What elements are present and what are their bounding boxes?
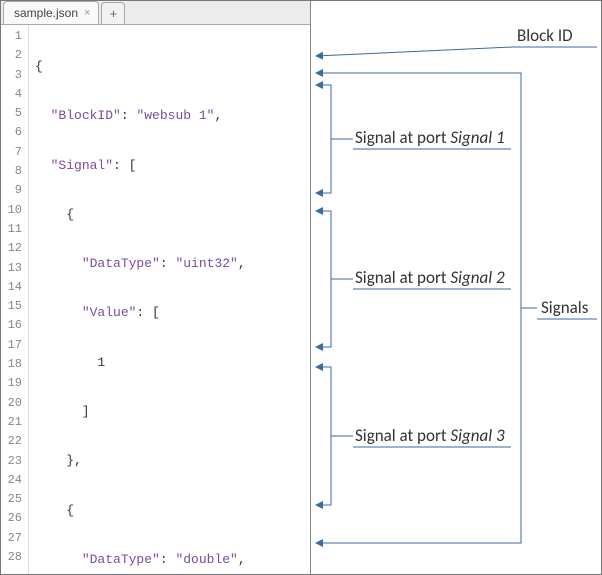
line-number: 16 (1, 316, 28, 335)
line-number: 5 (1, 104, 28, 123)
tab-bar: sample.json × + (1, 1, 310, 25)
line-number: 9 (1, 181, 28, 200)
code-line: "BlockID": "websub 1", (29, 106, 310, 125)
code-content[interactable]: { "BlockID": "websub 1", "Signal": [ { "… (29, 25, 310, 574)
code-line: ] (29, 402, 310, 421)
bracket-signal1 (316, 85, 331, 193)
plus-icon: + (110, 6, 118, 21)
label-signal3: Signal at port Signal 3 (355, 425, 505, 446)
close-icon[interactable]: × (84, 8, 90, 19)
line-number: 4 (1, 85, 28, 104)
line-number: 2 (1, 46, 28, 65)
line-number: 6 (1, 123, 28, 142)
line-number: 12 (1, 239, 28, 258)
code-line: { (29, 57, 310, 76)
arrow-block-id (316, 47, 513, 56)
line-number: 15 (1, 297, 28, 316)
bracket-signal3 (316, 367, 331, 505)
line-number: 22 (1, 432, 28, 451)
line-number: 7 (1, 143, 28, 162)
bracket-signals (316, 73, 521, 543)
line-number: 11 (1, 220, 28, 239)
line-number: 27 (1, 529, 28, 548)
line-number: 25 (1, 490, 28, 509)
line-number: 18 (1, 355, 28, 374)
label-signals: Signals (541, 297, 589, 318)
tab-sample-json[interactable]: sample.json × (3, 1, 99, 24)
line-number: 13 (1, 259, 28, 278)
line-number: 20 (1, 394, 28, 413)
line-number: 21 (1, 413, 28, 432)
line-number-gutter: 1234567891011121314151617181920212223242… (1, 25, 29, 574)
code-line: "Signal": [ (29, 156, 310, 175)
line-number: 14 (1, 278, 28, 297)
label-signal2: Signal at port Signal 2 (355, 267, 505, 288)
code-line: { (29, 501, 310, 520)
code-line: { (29, 205, 310, 224)
line-number: 1 (1, 27, 28, 46)
line-number: 26 (1, 509, 28, 528)
line-number: 3 (1, 66, 28, 85)
line-number: 17 (1, 336, 28, 355)
code-line: }, (29, 451, 310, 470)
code-line: "DataType": "uint32", (29, 254, 310, 273)
label-block-id: Block ID (517, 25, 573, 46)
line-number: 10 (1, 201, 28, 220)
line-number: 24 (1, 471, 28, 490)
code-line: 1 (29, 353, 310, 372)
line-number: 28 (1, 548, 28, 567)
code-editor: sample.json × + 123456789101112131415161… (1, 1, 311, 574)
code-line: "Value": [ (29, 303, 310, 322)
line-number: 8 (1, 162, 28, 181)
tab-label: sample.json (14, 6, 78, 20)
new-tab-button[interactable]: + (101, 2, 125, 24)
code-area: 1234567891011121314151617181920212223242… (1, 25, 310, 574)
label-signal1: Signal at port Signal 1 (355, 127, 505, 148)
line-number: 23 (1, 452, 28, 471)
bracket-signal2 (316, 211, 331, 347)
line-number: 19 (1, 374, 28, 393)
code-line: "DataType": "double", (29, 550, 310, 569)
